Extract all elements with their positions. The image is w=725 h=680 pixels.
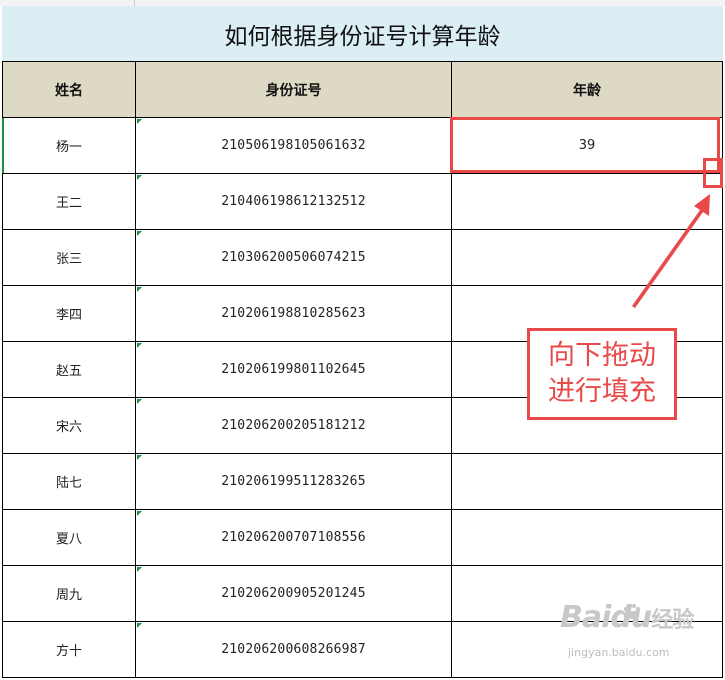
cell-id[interactable]: 210206200608266987 <box>136 622 452 678</box>
callout-box: 向下拖动 进行填充 <box>527 328 677 420</box>
watermark-brand-suffix: 经验 <box>651 608 694 633</box>
cell-id[interactable]: 210306200506074215 <box>136 230 452 286</box>
cell-age[interactable] <box>452 174 723 230</box>
cell-name[interactable]: 周九 <box>2 566 136 622</box>
watermark-url: jingyan.baidu.com <box>568 646 670 659</box>
cell-id[interactable]: 210506198105061632 <box>136 118 452 174</box>
cell-name[interactable]: 张三 <box>2 230 136 286</box>
cell-age[interactable] <box>452 510 723 566</box>
selected-cell-highlight <box>450 117 720 173</box>
cell-id[interactable]: 210206199511283265 <box>136 454 452 510</box>
callout-line-2: 进行填充 <box>548 376 656 407</box>
cell-id[interactable]: 210206199801102645 <box>136 342 452 398</box>
cell-id[interactable]: 210206200205181212 <box>136 398 452 454</box>
paw-icon <box>624 604 640 619</box>
cell-name[interactable]: 夏八 <box>2 510 136 566</box>
cell-id[interactable]: 210406198612132512 <box>136 174 452 230</box>
watermark: Baidu经验 jingyan.baidu.com <box>560 600 720 670</box>
cell-age[interactable] <box>452 230 723 286</box>
title-cell[interactable]: 如何根据身份证号计算年龄 <box>2 6 723 62</box>
header-name[interactable]: 姓名 <box>2 62 136 118</box>
callout-line-1: 向下拖动 <box>548 340 656 371</box>
cell-name[interactable]: 赵五 <box>2 342 136 398</box>
cell-name[interactable]: 方十 <box>2 622 136 678</box>
header-id[interactable]: 身份证号 <box>136 62 452 118</box>
cell-id[interactable]: 210206200905201245 <box>136 566 452 622</box>
cell-id[interactable]: 210206200707108556 <box>136 510 452 566</box>
cell-name[interactable]: 李四 <box>2 286 136 342</box>
cell-name[interactable]: 杨一 <box>2 118 136 174</box>
cell-name[interactable]: 王二 <box>2 174 136 230</box>
cell-id[interactable]: 210206198810285623 <box>136 286 452 342</box>
cell-age[interactable] <box>452 454 723 510</box>
cell-name[interactable]: 陆七 <box>2 454 136 510</box>
fill-handle-highlight[interactable] <box>703 158 723 188</box>
header-age[interactable]: 年龄 <box>452 62 723 118</box>
row-selection-indicator <box>2 118 4 173</box>
cell-name[interactable]: 宋六 <box>2 398 136 454</box>
